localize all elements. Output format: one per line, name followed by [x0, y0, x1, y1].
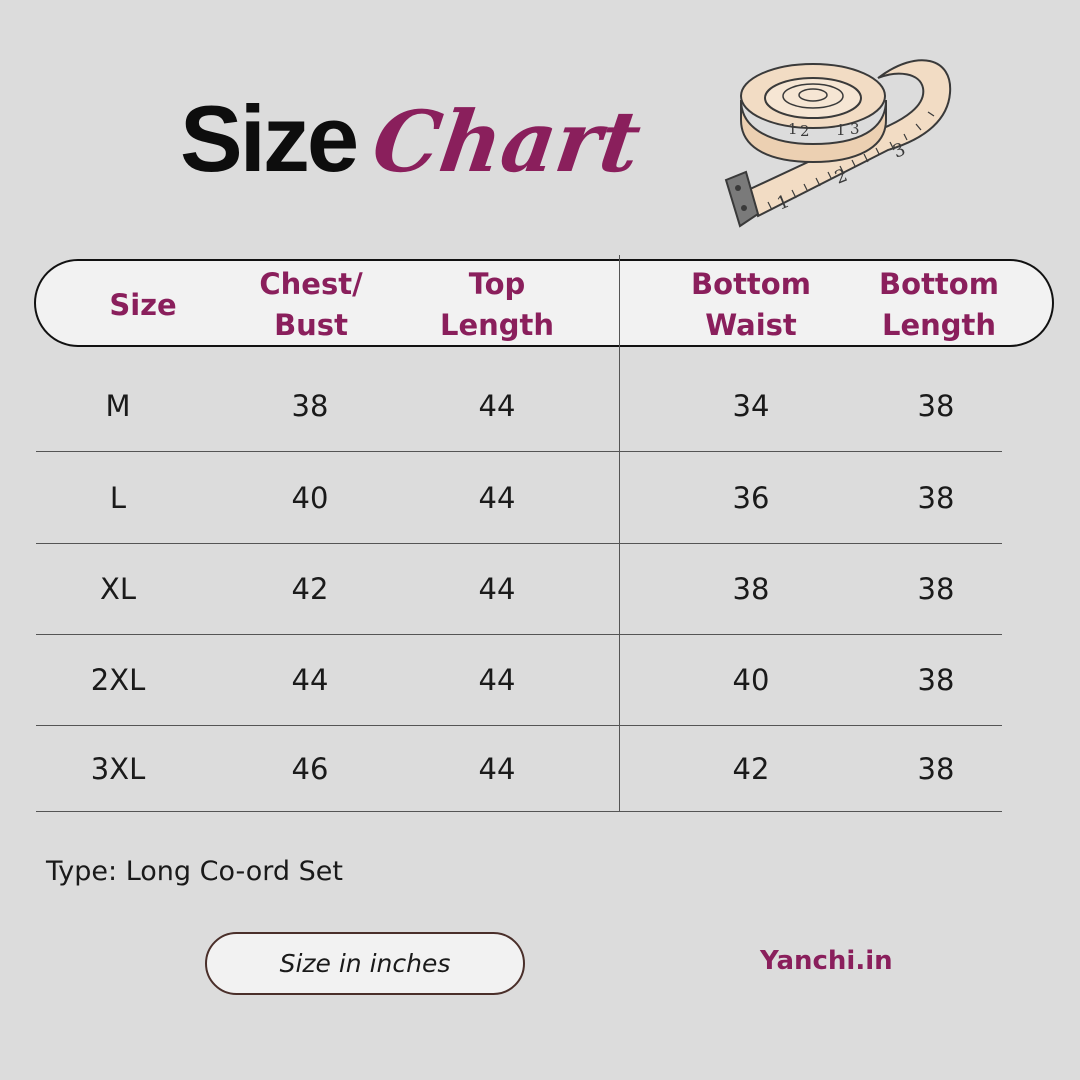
table-row: L 40 44 36 38 [36, 452, 1002, 544]
title-size-word: Size [180, 86, 359, 191]
svg-text:2: 2 [800, 122, 810, 140]
brand-name: Yanchi.in [760, 946, 893, 976]
size-cell: 3XL [90, 751, 146, 786]
svg-text:1: 1 [788, 120, 798, 138]
bottom-waist-cell: 34 [732, 388, 770, 423]
bottom-length-cell: 38 [917, 663, 955, 697]
svg-text:3: 3 [850, 120, 860, 138]
svg-text:1: 1 [836, 121, 846, 139]
header-bottom-waist: Bottom Waist [691, 267, 811, 342]
chest-cell: 44 [291, 663, 329, 697]
table-row: 2XL 44 44 40 38 [36, 635, 1002, 726]
bottom-waist-cell: 36 [732, 480, 770, 515]
bottom-waist-cell: 42 [732, 751, 770, 786]
bottom-waist-cell: 38 [732, 572, 770, 606]
header-top-length: Top Length [439, 267, 555, 342]
top-length-cell: 44 [478, 663, 516, 697]
size-cell: 2XL [90, 663, 146, 697]
product-type: Type: Long Co-ord Set [46, 856, 343, 887]
chest-cell: 46 [291, 751, 329, 786]
header-bottom-length: Bottom Length [879, 267, 999, 342]
size-cell: XL [99, 572, 137, 606]
chest-cell: 40 [291, 480, 329, 515]
header-size: Size [109, 287, 177, 322]
measuring-tape-icon: 1 2 3 1 2 1 3 [724, 59, 952, 228]
chest-cell: 38 [291, 388, 329, 423]
bottom-length-cell: 38 [917, 751, 955, 786]
top-length-cell: 44 [478, 572, 516, 606]
top-length-cell: 44 [478, 751, 516, 786]
title-chart-word: Chart [367, 92, 647, 191]
size-cell: M [105, 388, 131, 423]
table-row: XL 42 44 38 38 [36, 544, 1002, 635]
top-length-cell: 44 [478, 388, 516, 423]
size-cell: L [109, 480, 127, 515]
top-length-cell: 44 [478, 480, 516, 515]
bottom-length-cell: 38 [917, 572, 955, 606]
bottom-waist-cell: 40 [732, 663, 770, 697]
unit-note-badge: Size in inches [205, 932, 525, 995]
table-header: Size Chest/ Bust Top Length Bottom Waist… [34, 259, 1054, 347]
bottom-length-cell: 38 [917, 388, 955, 423]
page-title: Size Chart [180, 86, 647, 222]
chest-cell: 42 [291, 572, 329, 606]
table-row: 3XL 46 44 42 38 [36, 726, 1002, 812]
bottom-length-cell: 38 [917, 480, 955, 515]
table-row: M 38 44 34 38 [36, 360, 1002, 452]
header-chest-bust: Chest/ Bust [259, 267, 363, 342]
